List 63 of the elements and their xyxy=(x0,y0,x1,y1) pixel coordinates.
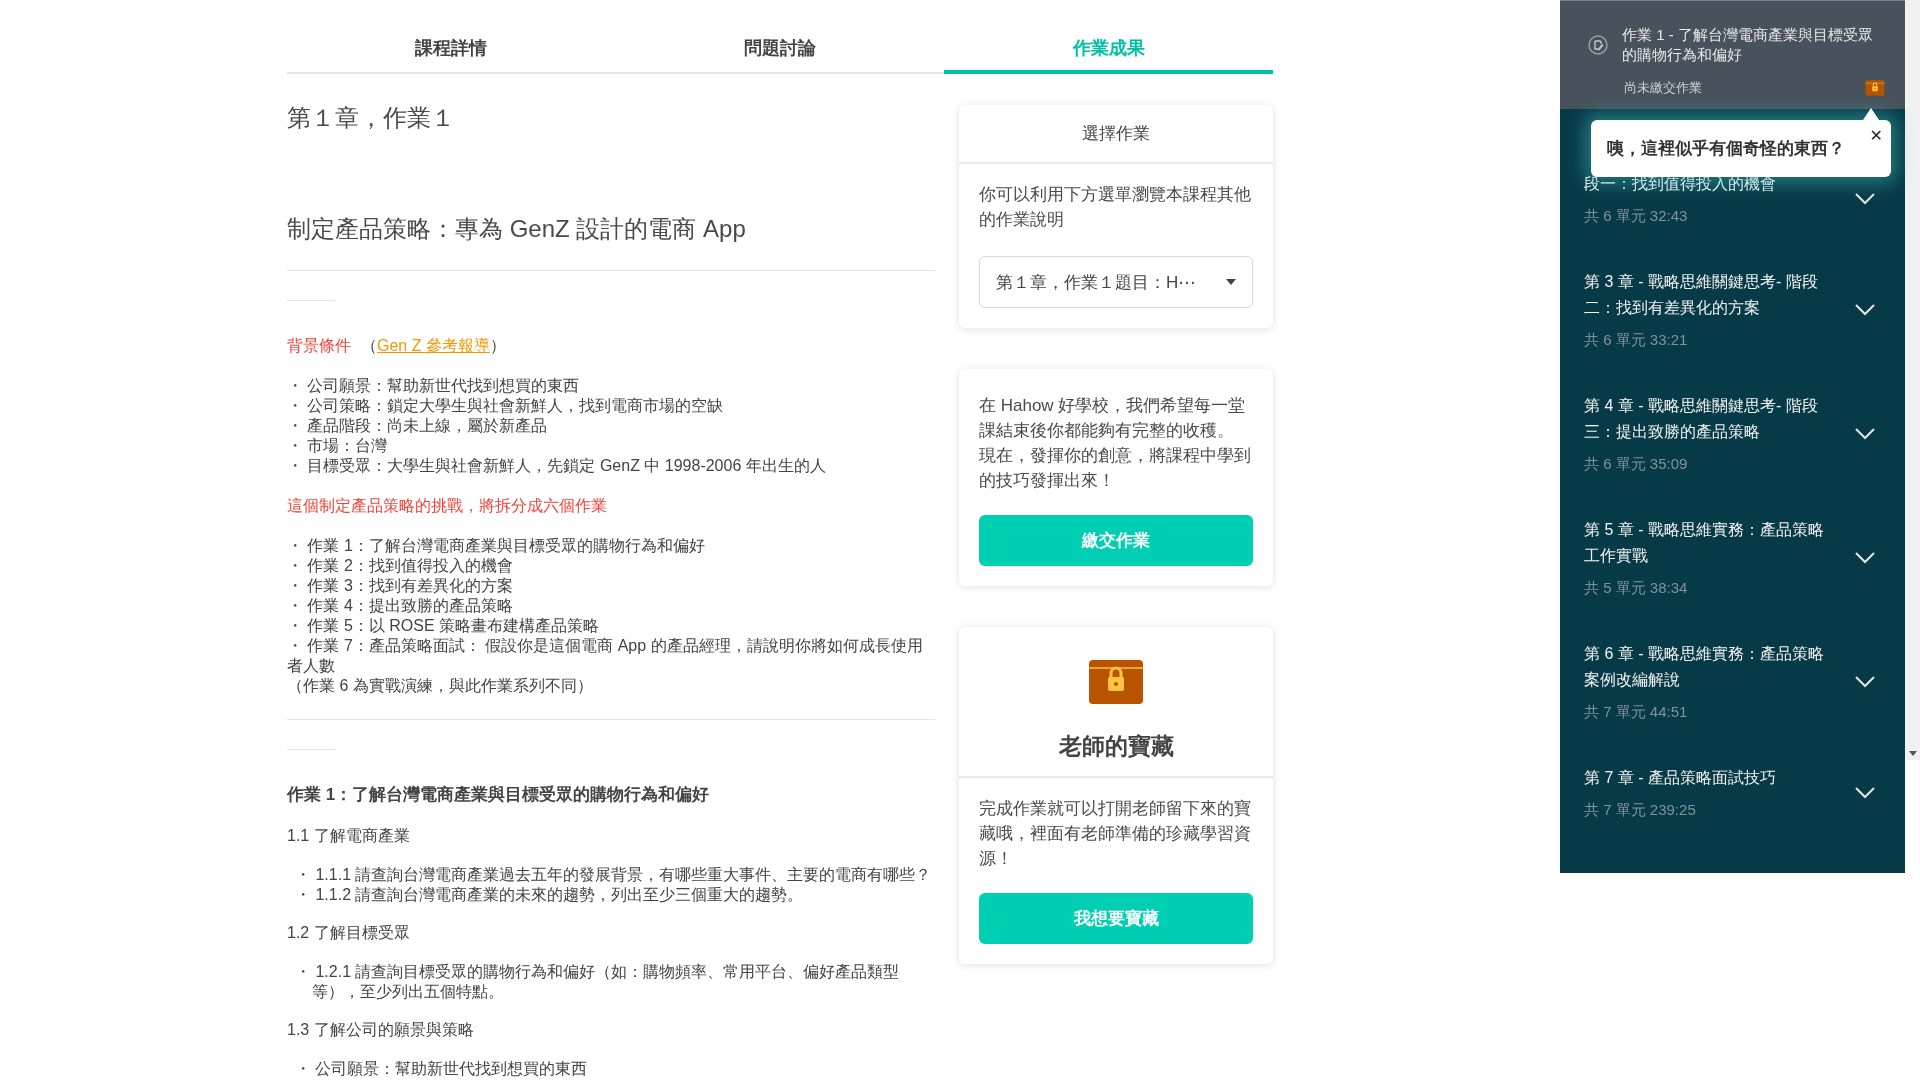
list-item: ・ 產品階段：尚未上線，屬於新產品 xyxy=(287,416,549,436)
chapter-meta: 共 6 單元 32:43 xyxy=(1584,206,1689,226)
bracket: ） xyxy=(489,336,506,356)
chapter-title: 第 4 章 - 戰略思維關鍵思考- 階段三：提出致勝的產品策略 xyxy=(1584,396,1819,442)
current-assignment[interactable]: 作業 1 - 了解台灣電商產業與目標受眾的購物行為和偏好 尚未繳交作業 xyxy=(1560,0,1905,109)
chapter-title: 第 5 章 - 戰略思維實務：產品策略工作實戰 xyxy=(1584,520,1824,566)
list-item: ・ 1.1.2 請查詢台灣電商產業的未來的趨勢，列出至少三個重大的趨勢。 xyxy=(295,885,805,905)
chapter-title: 第 6 章 - 戰略思維實務：產品策略案例改編解說 xyxy=(1584,644,1824,690)
list-item: ・ 目標受眾：大學生與社會新鮮人，先鎖定 GenZ 中 1998-2006 年出生的人 xyxy=(287,456,827,476)
chapter-meta: 共 5 單元 38:34 xyxy=(1584,578,1689,598)
page-title: 第１章，作業１ xyxy=(287,103,455,133)
chapter-meta: 共 6 單元 35:09 xyxy=(1584,454,1689,474)
assignment-name: 作業 1 - 了解台灣電商產業與目標受眾的購物行為和偏好 xyxy=(1622,25,1874,65)
list-item: ・ 作業 3：找到有差異化的方案 xyxy=(287,576,514,596)
list-item: （作業 6 為實戰演練，與此作業系列不同） xyxy=(287,676,594,696)
scroll-down-icon[interactable] xyxy=(1908,751,1917,756)
section-label: 背景條件 xyxy=(287,336,351,356)
status-text: 尚未繳交作業 xyxy=(1624,79,1702,97)
card-text: 你可以利用下方選單瀏覽本課程其他的作業說明 xyxy=(979,184,1252,231)
treasure-chest-icon xyxy=(1865,80,1885,96)
list-item: ・ 公司願景：幫助新世代找到想買的東西 xyxy=(287,376,581,396)
tab[interactable]: 問題討論 xyxy=(615,0,945,74)
treasure-chest-icon xyxy=(1088,659,1144,705)
chapter-item[interactable]: 第 4 章 - 戰略思維關鍵思考- 階段三：提出致勝的產品策略 共 6 單元 35:09 xyxy=(1584,393,1881,475)
subsection-title: 1.3 了解公司的願景與策略 xyxy=(287,1020,474,1040)
list-item: ・ 公司願景：幫助新世代找到想買的東西 xyxy=(295,1059,589,1079)
card-text: 在 Hahow 好學校，我們希望每一堂課結束後你都能夠有完整的收穫。 xyxy=(979,395,1247,442)
chapter-meta: 共 6 單元 33:21 xyxy=(1584,330,1689,350)
card-title: 老師的寶藏 xyxy=(1058,732,1174,761)
chapter-title: 第 7 章 - 產品策略面試技巧 xyxy=(1584,768,1777,788)
card-text: 完成作業就可以打開老師留下來的寶藏哦，裡面有老師準備的珍藏學習資源！ xyxy=(979,798,1252,870)
chapter-item[interactable]: 第 6 章 - 戰略思維實務：產品策略案例改編解說 共 7 單元 44:51 xyxy=(1584,641,1881,723)
highlight-text: 這個制定產品策略的挑戰，將拆分成六個作業 xyxy=(287,496,607,516)
section-heading: 作業 1：了解台灣電商產業與目標受眾的購物行為和偏好 xyxy=(287,784,710,806)
chapter-item[interactable]: 第 3 章 - 戰略思維關鍵思考- 階段二：找到有差異化的方案 共 6 單元 33:21 xyxy=(1584,269,1881,351)
chapter-meta: 共 7 單元 44:51 xyxy=(1584,702,1689,722)
tooltip-text: 咦，這裡似乎有個奇怪的東西？ xyxy=(1607,138,1845,160)
list-item: ・ 作業 1：了解台灣電商產業與目標受眾的購物行為和偏好 xyxy=(287,536,706,556)
chapter-item[interactable]: 第 5 章 - 戰略思維實務：產品策略工作實戰 共 5 單元 38:34 xyxy=(1584,517,1881,599)
caret-icon xyxy=(1226,279,1236,285)
card-text: 現在，發揮你的創意，將課程中學到的技巧發揮出來！ xyxy=(979,445,1252,492)
tab[interactable]: 課程詳情 xyxy=(287,0,616,74)
subsection-title: 1.1 了解電商產業 xyxy=(287,826,410,846)
list-item: ・ 作業 5：以 ROSE 策略畫布建構產品策略 xyxy=(287,616,601,636)
dropdown-value: 第１章，作業１題目：H⋯ xyxy=(996,271,1196,294)
scrollbar[interactable] xyxy=(1905,0,1920,760)
list-item: ・ 1.1.1 請查詢台灣電商產業過去五年的發展背景，有哪些重大事件、主要的電商有哪些？ xyxy=(295,865,933,885)
assignment-title: 制定產品策略：專為 GenZ 設計的電商 App xyxy=(287,214,746,244)
assignment-dropdown[interactable]: 第１章，作業１題目：H⋯ xyxy=(979,256,1253,308)
chapter-title: 第 3 章 - 戰略思維關鍵思考- 階段二：找到有差異化的方案 xyxy=(1584,272,1819,318)
list-item: ・ 1.2.1 請查詢目標受眾的購物行為和偏好（如：購物頻率、常用平台、偏好產品類型等），至少列出五個特點。 xyxy=(295,962,901,1002)
chapter-meta: 共 7 單元 239:25 xyxy=(1584,800,1697,820)
card-title: 選擇作業 xyxy=(959,105,1273,164)
list-item: ・ 公司策略：鎖定大學生與社會新鮮人，找到電商市場的空缺 xyxy=(287,396,725,416)
list-item: ・ 作業 7：產品策略面試： 假設你是這個電商 App 的產品經理，請說明你將如何成長使用者人數 xyxy=(287,636,924,676)
list-item: ・ 作業 2：找到值得投入的機會 xyxy=(287,556,514,576)
list-item: ・ 市場：台灣 xyxy=(287,436,389,456)
list-item: ・ 作業 4：提出致勝的產品策略 xyxy=(287,596,514,616)
subsection-title: 1.2 了解目標受眾 xyxy=(287,923,410,943)
chapter-item[interactable]: 第 7 章 - 產品策略面試技巧 共 7 單元 239:25 xyxy=(1584,765,1881,821)
edit-icon xyxy=(1588,35,1608,55)
close-button[interactable]: ✕ xyxy=(1869,126,1883,145)
bracket: （ xyxy=(361,336,377,356)
